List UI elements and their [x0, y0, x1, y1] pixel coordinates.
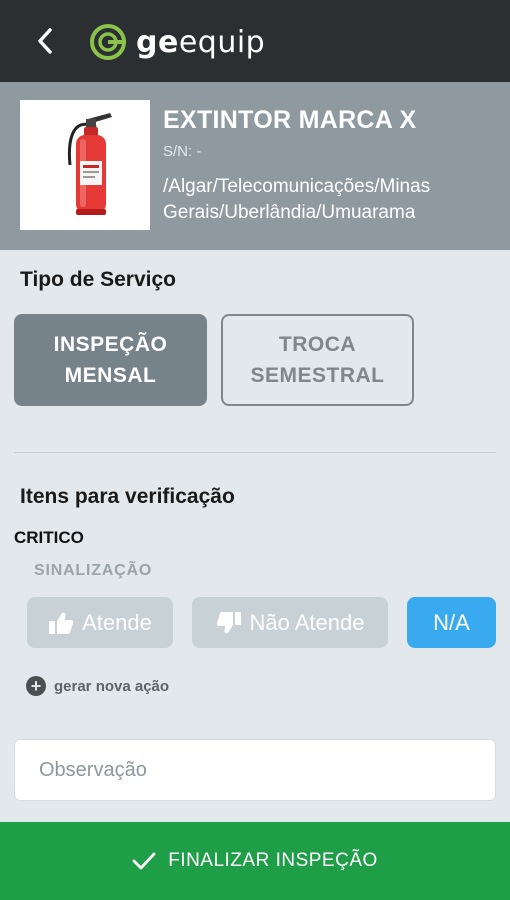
- equipment-name: EXTINTOR MARCA X: [163, 106, 417, 134]
- thumbs-down-icon: [216, 611, 242, 635]
- new-action-label: gerar nova ação: [54, 677, 170, 695]
- answer-nao-atende-label: Não Atende: [249, 609, 365, 635]
- service-option-line1: INSPEÇÃO: [53, 333, 168, 356]
- add-circle-icon: +: [26, 676, 46, 696]
- app-logo-text: geequip: [136, 24, 266, 60]
- geequip-logo-icon: [90, 24, 126, 60]
- inspection-form: Tipo de Serviço INSPEÇÃO MENSAL TROCA SE…: [0, 250, 510, 822]
- chevron-left-icon: [38, 28, 52, 54]
- observation-input[interactable]: [14, 739, 496, 801]
- app-logo: geequip: [88, 22, 265, 62]
- equipment-serial: S/N: -: [163, 143, 202, 160]
- answer-atende-label: Atende: [82, 609, 152, 635]
- verification-item-name: SINALIZAÇÃO: [34, 562, 153, 579]
- equipment-location-path: /Algar/Telecomunicações/Minas Gerais/Ube…: [163, 176, 431, 223]
- top-app-bar: geequip: [0, 0, 510, 82]
- service-option-troca-semestral[interactable]: TROCA SEMESTRAL: [221, 314, 414, 406]
- service-option-inspecao-mensal[interactable]: INSPEÇÃO MENSAL: [14, 314, 207, 406]
- fire-extinguisher-icon: [67, 113, 112, 215]
- service-type-title: Tipo de Serviço: [20, 268, 176, 291]
- check-icon: [132, 851, 156, 871]
- answer-na-button[interactable]: N/A: [407, 597, 496, 648]
- section-divider: [14, 452, 496, 453]
- service-option-line2: SEMESTRAL: [250, 364, 385, 387]
- service-option-line1: TROCA: [278, 333, 357, 356]
- finish-inspection-button[interactable]: FINALIZAR INSPEÇÃO: [0, 822, 510, 900]
- new-action-link[interactable]: + gerar nova ação: [26, 676, 169, 696]
- finish-inspection-label: FINALIZAR INSPEÇÃO: [168, 850, 378, 871]
- verification-items-title: Itens para verificação: [20, 485, 235, 508]
- service-option-line2: MENSAL: [64, 364, 157, 387]
- thumbs-up-icon: [48, 611, 74, 635]
- back-button[interactable]: [30, 26, 60, 56]
- answer-atende-button[interactable]: Atende: [27, 597, 173, 648]
- criticality-group-label: CRITICO: [14, 528, 84, 547]
- equipment-image: [20, 100, 150, 230]
- equipment-header: EXTINTOR MARCA X S/N: - /Algar/Telecomun…: [0, 82, 510, 250]
- answer-nao-atende-button[interactable]: Não Atende: [192, 597, 388, 648]
